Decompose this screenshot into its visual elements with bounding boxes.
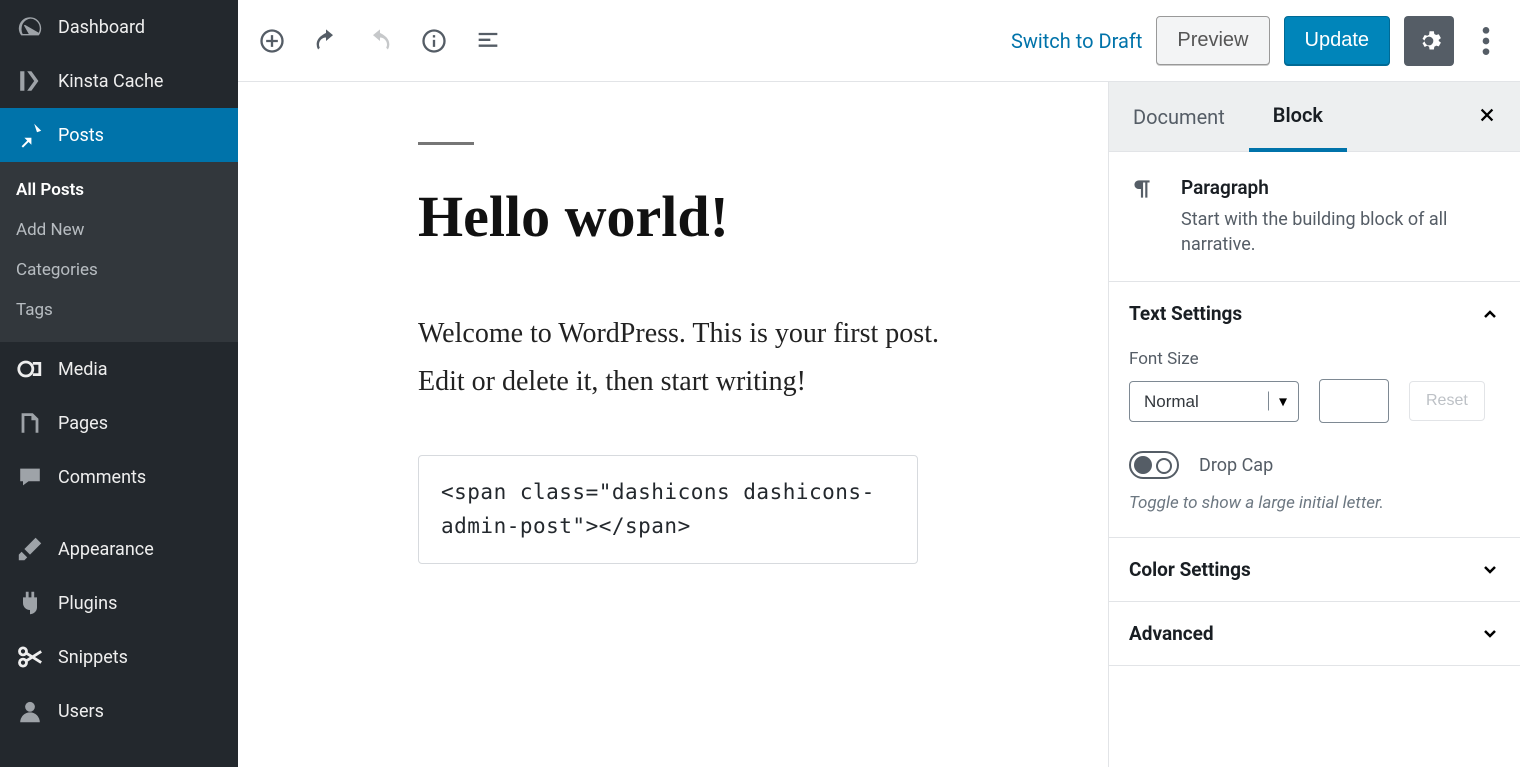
sidebar-item-label: Kinsta Cache [58,71,163,92]
settings-button[interactable] [1404,16,1454,66]
color-settings-header[interactable]: Color Settings [1109,538,1520,601]
submenu-all-posts[interactable]: All Posts [0,170,238,210]
brush-icon [16,535,44,563]
editor-canvas[interactable]: Hello world! Welcome to WordPress. This … [238,82,1108,767]
tab-document[interactable]: Document [1109,82,1249,151]
post-title[interactable]: Hello world! [418,183,968,250]
code-block[interactable]: <span class="dashicons dashicons-admin-p… [418,455,918,564]
sidebar-item-plugins[interactable]: Plugins [0,576,238,630]
block-info: Paragraph Start with the building block … [1109,152,1520,281]
update-button[interactable]: Update [1284,16,1391,65]
dashboard-icon [16,13,44,41]
redo-button[interactable] [362,23,398,59]
sidebar-item-media[interactable]: Media [0,342,238,396]
sidebar-item-label: Appearance [58,539,154,560]
media-icon [16,355,44,383]
more-menu-button[interactable] [1468,18,1504,64]
kinsta-icon [16,67,44,95]
sidebar-item-label: Plugins [58,593,117,614]
block-type-desc: Start with the building block of all nar… [1181,207,1500,257]
tab-block[interactable]: Block [1249,83,1347,152]
text-settings-title: Text Settings [1129,302,1242,325]
sidebar-item-label: Media [58,359,108,380]
paragraph-block[interactable]: Welcome to WordPress. This is your first… [418,310,968,405]
annotation-arrow-icon [1098,589,1108,689]
font-size-select[interactable]: Normal [1129,381,1299,422]
submenu-categories[interactable]: Categories [0,250,238,290]
info-button[interactable] [416,23,452,59]
title-separator [418,142,474,145]
drop-cap-label: Drop Cap [1199,455,1273,476]
advanced-header[interactable]: Advanced [1109,602,1520,665]
pin-icon [16,121,44,149]
submenu-add-new[interactable]: Add New [0,210,238,250]
panel-tabs: Document Block [1109,82,1520,152]
chevron-down-icon [1480,624,1500,644]
user-icon [16,697,44,725]
chevron-up-icon [1480,304,1500,324]
sidebar-item-label: Dashboard [58,17,145,38]
font-size-input[interactable] [1319,379,1389,423]
plug-icon [16,589,44,617]
switch-to-draft-link[interactable]: Switch to Draft [1011,29,1142,53]
sidebar-item-label: Pages [58,413,108,434]
reset-button[interactable]: Reset [1409,381,1485,421]
drop-cap-hint: Toggle to show a large initial letter. [1129,493,1500,513]
admin-sidebar: Dashboard Kinsta Cache Posts All Posts A… [0,0,238,767]
editor-topbar: Switch to Draft Preview Update [238,0,1520,82]
drop-cap-toggle[interactable] [1129,451,1179,479]
sidebar-item-label: Users [58,701,104,722]
sidebar-item-dashboard[interactable]: Dashboard [0,0,238,54]
sidebar-item-label: Posts [58,125,104,146]
sidebar-item-kinsta[interactable]: Kinsta Cache [0,54,238,108]
text-settings-header[interactable]: Text Settings [1109,282,1520,345]
undo-button[interactable] [308,23,344,59]
sidebar-item-label: Snippets [58,647,128,668]
sidebar-item-posts[interactable]: Posts [0,108,238,162]
sidebar-item-comments[interactable]: Comments [0,450,238,504]
pages-icon [16,409,44,437]
advanced-title: Advanced [1129,622,1214,645]
chevron-down-icon [1480,560,1500,580]
sidebar-item-snippets[interactable]: Snippets [0,630,238,684]
block-type-name: Paragraph [1181,176,1500,199]
settings-panel: Document Block Paragraph Start with the … [1108,82,1520,767]
scissors-icon [16,643,44,671]
color-settings-title: Color Settings [1129,558,1251,581]
outline-button[interactable] [470,23,506,59]
posts-submenu: All Posts Add New Categories Tags [0,162,238,342]
sidebar-item-label: Comments [58,467,146,488]
comments-icon [16,463,44,491]
sidebar-item-pages[interactable]: Pages [0,396,238,450]
submenu-tags[interactable]: Tags [0,290,238,330]
preview-button[interactable]: Preview [1156,16,1269,65]
sidebar-item-appearance[interactable]: Appearance [0,522,238,576]
add-block-button[interactable] [254,23,290,59]
font-size-label: Font Size [1129,349,1500,369]
sidebar-item-users[interactable]: Users [0,684,238,738]
panel-close-button[interactable] [1462,98,1512,136]
paragraph-icon [1129,176,1161,257]
